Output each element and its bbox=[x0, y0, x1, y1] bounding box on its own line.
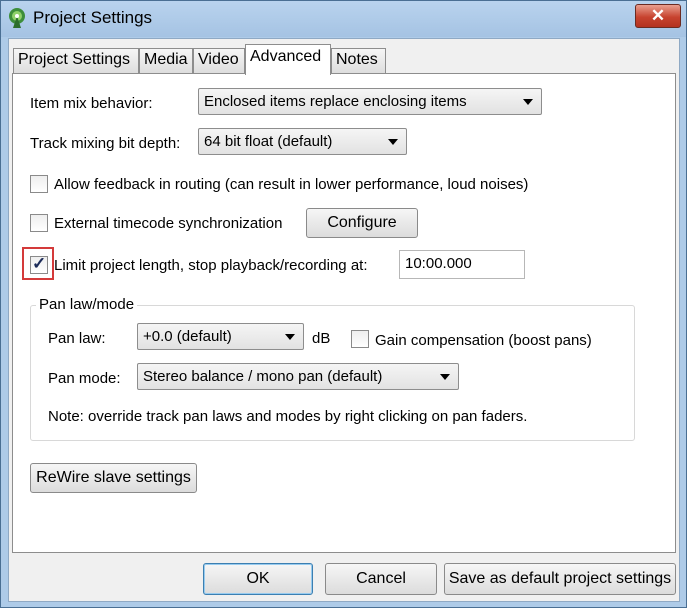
item-mix-dropdown[interactable]: Enclosed items replace enclosing items bbox=[198, 88, 542, 115]
save-default-label: Save as default project settings bbox=[448, 570, 672, 587]
item-mix-label: Item mix behavior: bbox=[30, 95, 153, 112]
pan-law-label: Pan law: bbox=[48, 330, 106, 347]
tab-label: Advanced bbox=[250, 48, 322, 65]
tab-video[interactable]: Video bbox=[193, 48, 245, 73]
pan-law-value: +0.0 (default) bbox=[143, 328, 232, 345]
chevron-down-icon bbox=[285, 334, 295, 340]
save-as-default-button[interactable]: Save as default project settings bbox=[444, 563, 676, 595]
cancel-label: Cancel bbox=[356, 570, 406, 587]
tab-advanced[interactable]: Advanced bbox=[245, 44, 331, 75]
limit-length-input[interactable]: 10:00.000 bbox=[399, 250, 525, 279]
pan-mode-value: Stereo balance / mono pan (default) bbox=[143, 368, 383, 385]
limit-length-value: 10:00.000 bbox=[405, 255, 472, 272]
tab-label: Notes bbox=[336, 51, 378, 68]
item-mix-value: Enclosed items replace enclosing items bbox=[204, 93, 467, 110]
limit-length-checkbox[interactable]: ✓ bbox=[30, 254, 48, 274]
project-settings-window: Project Settings ✕ Project Settings Medi… bbox=[0, 0, 687, 608]
chevron-down-icon bbox=[388, 139, 398, 145]
bit-depth-value: 64 bit float (default) bbox=[204, 133, 333, 150]
gain-compensation-checkbox[interactable] bbox=[351, 330, 369, 348]
ok-label: OK bbox=[246, 570, 270, 587]
chevron-down-icon bbox=[440, 374, 450, 380]
tab-project-settings[interactable]: Project Settings bbox=[13, 48, 139, 73]
pan-law-dropdown[interactable]: +0.0 (default) bbox=[137, 323, 304, 350]
db-unit-label: dB bbox=[312, 330, 331, 347]
chevron-down-icon bbox=[523, 99, 533, 105]
tab-label: Media bbox=[144, 51, 188, 68]
limit-length-label: Limit project length, stop playback/reco… bbox=[54, 257, 368, 274]
cancel-button[interactable]: Cancel bbox=[325, 563, 437, 595]
tab-notes[interactable]: Notes bbox=[331, 48, 386, 73]
ok-button[interactable]: OK bbox=[203, 563, 313, 595]
reaper-app-icon bbox=[9, 8, 25, 28]
configure-button[interactable]: Configure bbox=[306, 208, 418, 238]
external-timecode-label: External timecode synchronization bbox=[54, 215, 283, 232]
configure-label: Configure bbox=[327, 214, 397, 231]
close-icon: ✕ bbox=[650, 6, 666, 25]
rewire-slave-settings-button[interactable]: ReWire slave settings bbox=[30, 463, 197, 493]
advanced-panel: Item mix behavior: Enclosed items replac… bbox=[12, 73, 676, 553]
allow-feedback-label: Allow feedback in routing (can result in… bbox=[54, 176, 529, 193]
title-bar[interactable]: Project Settings ✕ bbox=[1, 1, 686, 37]
tab-label: Project Settings bbox=[18, 51, 131, 68]
gain-compensation-label: Gain compensation (boost pans) bbox=[375, 332, 592, 349]
pan-mode-label: Pan mode: bbox=[48, 370, 121, 387]
rewire-label: ReWire slave settings bbox=[36, 469, 191, 486]
pan-mode-dropdown[interactable]: Stereo balance / mono pan (default) bbox=[137, 363, 459, 390]
bit-depth-label: Track mixing bit depth: bbox=[30, 135, 181, 152]
dialog-client-area: Project Settings Media Video Advanced No… bbox=[8, 38, 680, 602]
checkmark-icon: ✓ bbox=[32, 254, 47, 273]
close-button[interactable]: ✕ bbox=[635, 4, 681, 28]
allow-feedback-checkbox[interactable] bbox=[30, 175, 48, 193]
tab-media[interactable]: Media bbox=[139, 48, 193, 73]
window-title: Project Settings bbox=[33, 8, 153, 27]
tab-label: Video bbox=[198, 51, 239, 68]
external-timecode-checkbox[interactable] bbox=[30, 214, 48, 232]
bit-depth-dropdown[interactable]: 64 bit float (default) bbox=[198, 128, 407, 155]
pan-group-title: Pan law/mode bbox=[36, 296, 138, 313]
pan-note-text: Note: override track pan laws and modes … bbox=[48, 408, 528, 425]
